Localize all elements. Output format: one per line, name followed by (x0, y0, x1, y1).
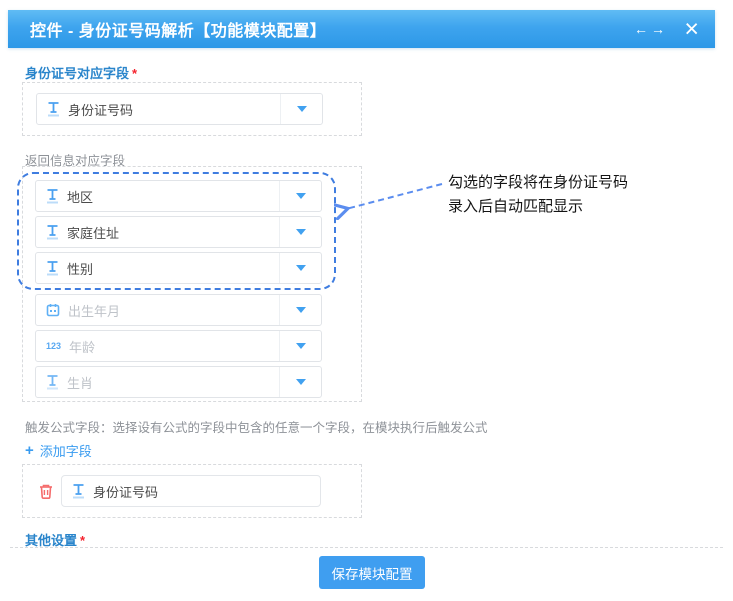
chevron-down-icon (296, 379, 306, 385)
annotation-line1: 勾选的字段将在身份证号码 (448, 171, 628, 195)
dialog-title: 控件 - 身份证号码解析【功能模块配置】 (30, 17, 326, 41)
text-field-icon (46, 188, 59, 204)
calendar-icon (46, 303, 60, 317)
annotation-line2: 录入后自动匹配显示 (448, 195, 628, 219)
chevron-down-icon (296, 343, 306, 349)
id-field-value: 身份证号码 (68, 100, 133, 119)
return-field-select-zodiac[interactable]: 生肖 (35, 366, 322, 398)
close-button[interactable]: × (678, 10, 705, 48)
return-field-select-birthdate[interactable]: 出生年月 (35, 294, 322, 326)
required-asterisk: * (132, 66, 137, 81)
arrow-right-icon: → (651, 21, 665, 37)
save-module-config-button[interactable]: 保存模块配置 (319, 556, 425, 589)
return-field-value: 家庭住址 (67, 223, 119, 242)
expand-button[interactable]: ← → (628, 10, 671, 48)
annotation-arrow (334, 176, 446, 220)
chevron-down-icon (296, 229, 306, 235)
section-label-text: 身份证号对应字段 (25, 66, 129, 81)
delete-field-button[interactable] (37, 482, 55, 500)
chevron-down-icon (296, 307, 306, 313)
return-field-select-home-address[interactable]: 家庭住址 (35, 216, 322, 248)
add-field-label: 添加字段 (40, 441, 92, 460)
chevron-down-icon (296, 265, 306, 271)
trigger-description: 触发公式字段：选择设有公式的字段中包含的任意一个字段，在模块执行后触发公式 (25, 417, 488, 436)
chevron-down-icon (296, 193, 306, 199)
id-field-section-label: 身份证号对应字段* (25, 63, 137, 82)
return-field-select-age[interactable]: 123 年龄 (35, 330, 322, 362)
footer-divider (10, 547, 723, 548)
text-field-icon (46, 374, 59, 390)
annotation-text: 勾选的字段将在身份证号码 录入后自动匹配显示 (448, 171, 628, 219)
add-field-link[interactable]: + 添加字段 (25, 441, 92, 460)
module-config-dialog: 控件 - 身份证号码解析【功能模块配置】 ← → × 身份证号对应字段* 身份证… (0, 0, 733, 601)
section-label-text: 其他设置 (25, 533, 77, 548)
return-field-select-gender[interactable]: 性别 (35, 252, 322, 284)
dialog-titlebar: 控件 - 身份证号码解析【功能模块配置】 ← → × (8, 10, 715, 48)
chevron-down-icon (297, 106, 307, 112)
arrow-left-icon: ← (634, 21, 648, 37)
trigger-field-input[interactable]: 身份证号码 (61, 475, 321, 507)
return-field-value: 性别 (67, 259, 93, 278)
trigger-field-container: 身份证号码 (22, 464, 362, 518)
required-asterisk: * (80, 533, 85, 548)
return-field-value: 年龄 (69, 337, 95, 356)
text-field-icon (47, 101, 60, 117)
return-field-select-region[interactable]: 地区 (35, 180, 322, 212)
id-field-select[interactable]: 身份证号码 (36, 93, 323, 125)
text-field-icon (72, 483, 85, 499)
return-field-value: 出生年月 (68, 301, 120, 320)
close-icon: × (684, 17, 699, 42)
text-field-icon (46, 224, 59, 240)
id-field-container: 身份证号码 (22, 82, 362, 136)
plus-icon: + (25, 442, 34, 459)
number-icon: 123 (46, 341, 61, 351)
trash-icon (38, 483, 54, 500)
text-field-icon (46, 260, 59, 276)
return-field-value: 生肖 (67, 373, 93, 392)
trigger-field-value: 身份证号码 (93, 482, 158, 501)
return-field-value: 地区 (67, 187, 93, 206)
